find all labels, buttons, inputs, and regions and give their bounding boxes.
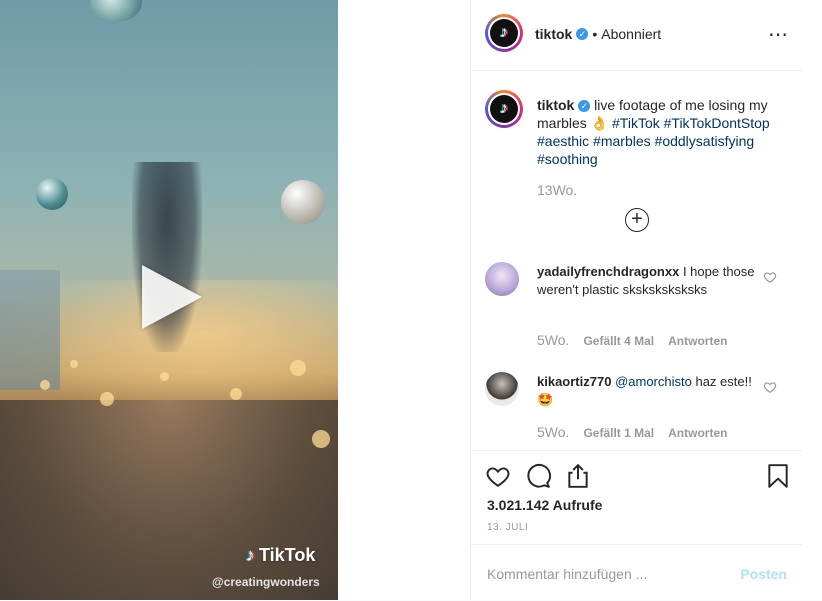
reply-button[interactable]: Antworten [668,426,727,440]
comment-like-icon[interactable] [763,380,777,394]
separator-dot: • [592,26,598,42]
bookmark-icon[interactable] [765,463,791,489]
follow-status-button[interactable]: Abonniert [601,26,661,42]
avatar[interactable] [485,372,519,406]
bokeh [160,372,169,381]
post-actions: 3.021.142 Aufrufe [471,450,803,521]
tiktok-logo-icon: ♪ TikTok [246,545,316,565]
post-date[interactable]: 13. JULI [487,522,528,533]
post-header: ♪ tiktok ✓ • Abonniert ⋯ [471,0,803,71]
marble [281,180,325,224]
video-player[interactable]: ♪ TikTok @creatingwonders [0,0,338,600]
hashtag-link[interactable]: #aesthic [537,133,589,149]
mention-link[interactable]: @amorchisto [615,374,692,389]
comment-icon[interactable] [525,463,551,489]
play-icon[interactable] [142,265,202,329]
marble [90,0,142,22]
add-comment-bar: Kommentar hinzufügen ... Posten [471,544,803,601]
more-options-icon[interactable]: ⋯ [768,22,789,47]
page-edge [802,0,822,600]
page-gap [338,0,470,600]
comment-input[interactable]: Kommentar hinzufügen ... [487,566,647,582]
load-more-comments-icon[interactable]: + [625,208,649,232]
hashtag-link[interactable]: #TikTokDontStop [664,115,770,131]
view-count[interactable]: 3.021.142 Aufrufe [487,497,602,513]
hashtag-link[interactable]: #marbles [593,133,651,149]
comment-timestamp[interactable]: 5Wo. [537,332,569,348]
comment-text-block: kikaortiz770 @amorchisto haz este!! 🤩 [537,373,757,409]
bokeh [312,430,330,448]
hashtag-link[interactable]: #soothing [537,151,598,167]
header-user-line: tiktok ✓ • Abonniert [535,26,661,42]
comment-like-icon[interactable] [763,270,777,284]
bokeh [70,360,78,368]
bokeh [100,392,114,406]
comment-likes-link[interactable]: Gefällt 1 Mal [583,426,654,440]
verified-badge-icon: ✓ [578,100,591,113]
caption-text-block: tiktok ✓ live footage of me losing my ma… [537,96,787,168]
bokeh [40,380,50,390]
caption-timestamp[interactable]: 13Wo. [537,182,577,198]
avatar[interactable]: ♪ [485,14,523,52]
video-building [0,270,60,390]
verified-badge-icon: ✓ [576,28,589,40]
header-username[interactable]: tiktok [535,26,572,42]
tiktok-logo-icon: ♪ [500,24,508,41]
comment-username[interactable]: yadailyfrenchdragonxx [537,264,679,279]
video-ground [0,400,338,600]
tiktok-logo-icon: ♪ [500,100,508,117]
share-icon[interactable] [565,463,591,489]
post-panel: ♪ tiktok ✓ • Abonniert ⋯ ♪ tiktok ✓ live… [470,0,803,600]
avatar[interactable] [485,262,519,296]
heart-icon[interactable] [485,463,511,489]
watermark-username: @creatingwonders [212,575,320,589]
comment-meta: 5Wo. Gefällt 4 Mal Antworten [537,332,741,348]
hashtag-link[interactable]: #TikTok [612,115,660,131]
comment-username[interactable]: kikaortiz770 [537,374,611,389]
avatar[interactable]: ♪ [485,90,523,128]
bokeh [230,388,242,400]
comment-text-block: yadailyfrenchdragonxx I hope those weren… [537,263,757,299]
reply-button[interactable]: Antworten [668,334,727,348]
comment-meta: 5Wo. Gefällt 1 Mal Antworten [537,424,741,440]
post-button[interactable]: Posten [740,566,787,582]
bokeh [290,360,306,376]
caption-username[interactable]: tiktok [537,97,574,113]
comment-likes-link[interactable]: Gefällt 4 Mal [583,334,654,348]
comment-timestamp[interactable]: 5Wo. [537,424,569,440]
hashtag-link[interactable]: #oddlysatisfying [655,133,755,149]
marble [36,178,68,210]
